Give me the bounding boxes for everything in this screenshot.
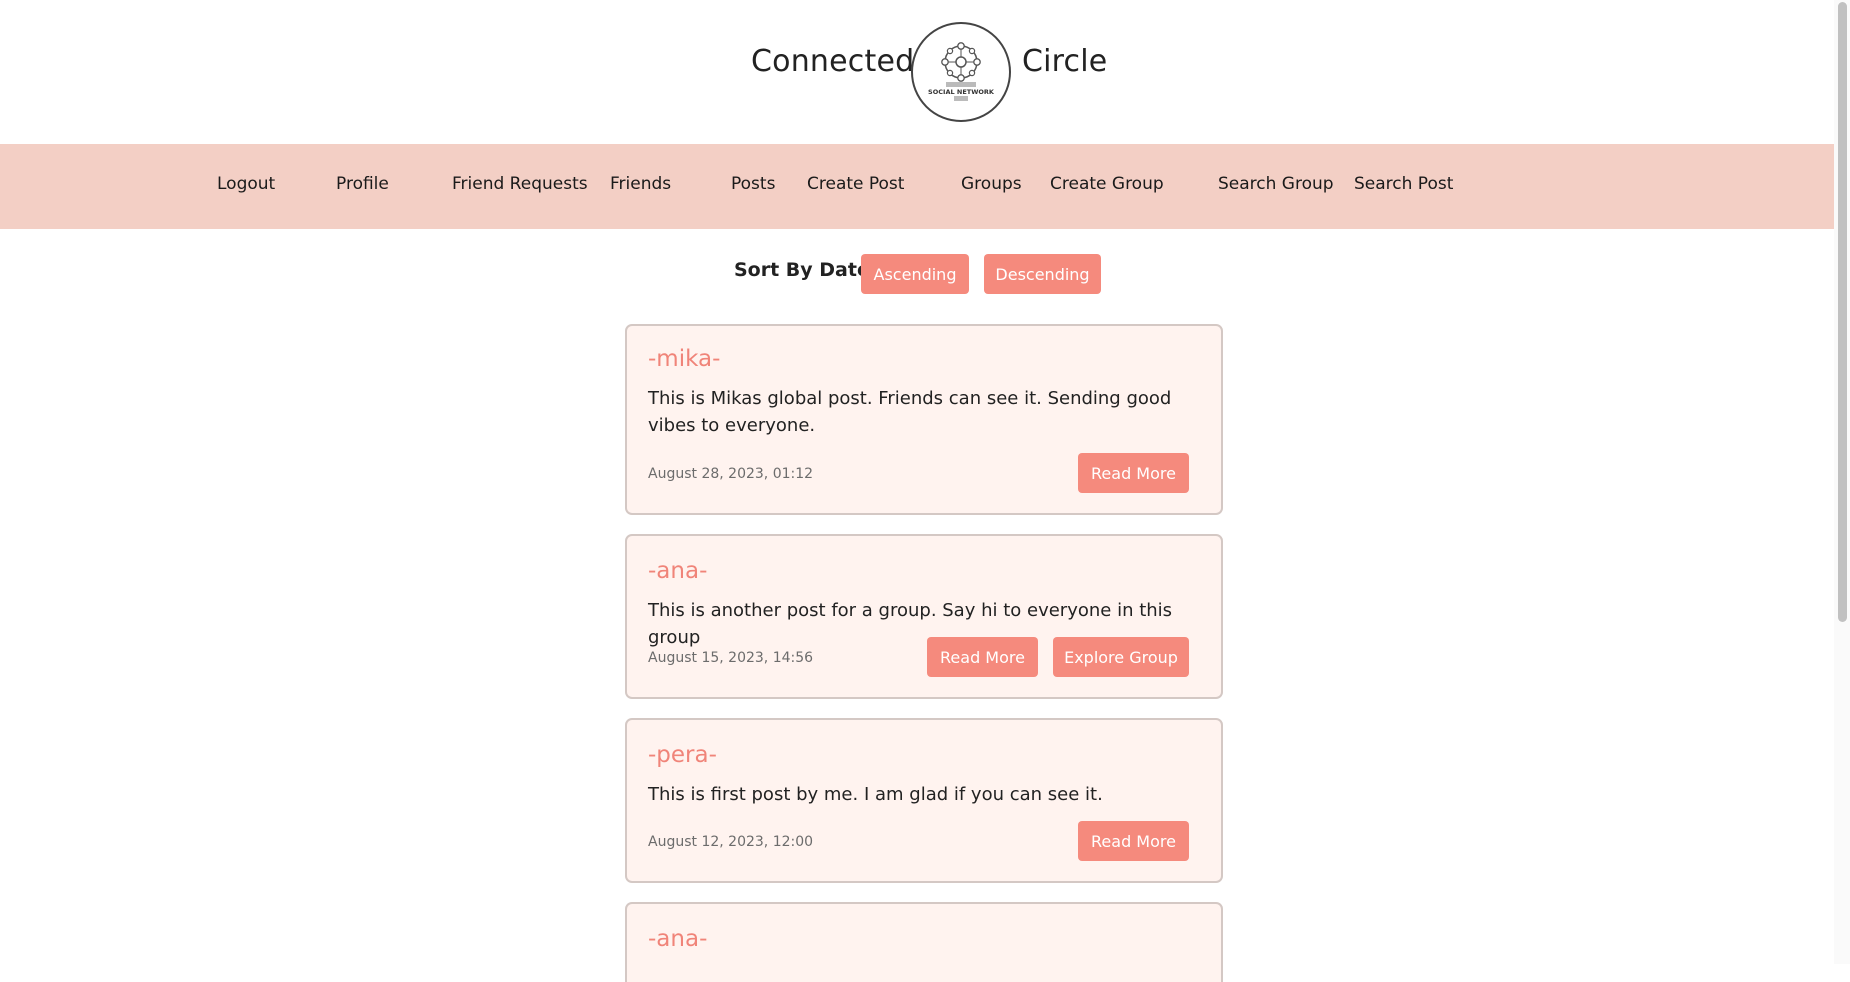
post-card: -ana- This is another post for a group. … — [625, 534, 1223, 699]
explore-group-button[interactable]: Explore Group — [1053, 637, 1189, 677]
post-card: -pera- This is first post by me. I am gl… — [625, 718, 1223, 883]
nav-create-post[interactable]: Create Post — [807, 174, 904, 194]
nav-posts[interactable]: Posts — [731, 174, 775, 194]
logo-caption: SOCIAL NETWORK — [928, 88, 994, 96]
post-date: August 15, 2023, 14:56 — [648, 650, 814, 666]
brand-title-left: Connected — [751, 44, 915, 79]
page-scrollbar[interactable] — [1834, 0, 1850, 964]
site-logo[interactable]: SOCIAL NETWORK — [911, 22, 1011, 122]
post-author[interactable]: -pera- — [648, 742, 717, 768]
post-author[interactable]: -ana- — [648, 558, 707, 584]
post-content: This is first post by me. I am glad if y… — [648, 784, 1103, 805]
nav-search-post[interactable]: Search Post — [1354, 174, 1453, 194]
main-nav: Logout Profile Friend Requests Friends P… — [0, 144, 1850, 229]
sort-by-date-label: Sort By Date: — [734, 259, 878, 281]
nav-search-group[interactable]: Search Group — [1218, 174, 1334, 194]
nav-logout[interactable]: Logout — [217, 174, 275, 194]
site-header: Connected SOCIAL NETWORK Circle — [0, 0, 1850, 144]
brand-title-right: Circle — [1022, 44, 1108, 79]
nav-profile[interactable]: Profile — [336, 174, 389, 194]
sort-ascending-button[interactable]: Ascending — [861, 254, 969, 294]
scrollbar-thumb[interactable] — [1838, 2, 1847, 622]
network-logo-icon — [941, 42, 981, 101]
read-more-button[interactable]: Read More — [1078, 821, 1189, 861]
post-card: -ana- — [625, 902, 1223, 982]
read-more-button[interactable]: Read More — [927, 637, 1038, 677]
nav-groups[interactable]: Groups — [961, 174, 1022, 194]
read-more-button[interactable]: Read More — [1078, 453, 1189, 493]
post-content: This is Mikas global post. Friends can s… — [648, 388, 1172, 436]
post-author[interactable]: -mika- — [648, 346, 720, 372]
post-date: August 12, 2023, 12:00 — [648, 834, 814, 850]
nav-create-group[interactable]: Create Group — [1050, 174, 1164, 194]
post-date: August 28, 2023, 01:12 — [648, 466, 814, 482]
nav-friends[interactable]: Friends — [610, 174, 671, 194]
post-author[interactable]: -ana- — [648, 926, 707, 952]
post-card: -mika- This is Mikas global post. Friend… — [625, 324, 1223, 515]
sort-descending-button[interactable]: Descending — [984, 254, 1101, 294]
nav-friend-requests[interactable]: Friend Requests — [452, 174, 588, 194]
